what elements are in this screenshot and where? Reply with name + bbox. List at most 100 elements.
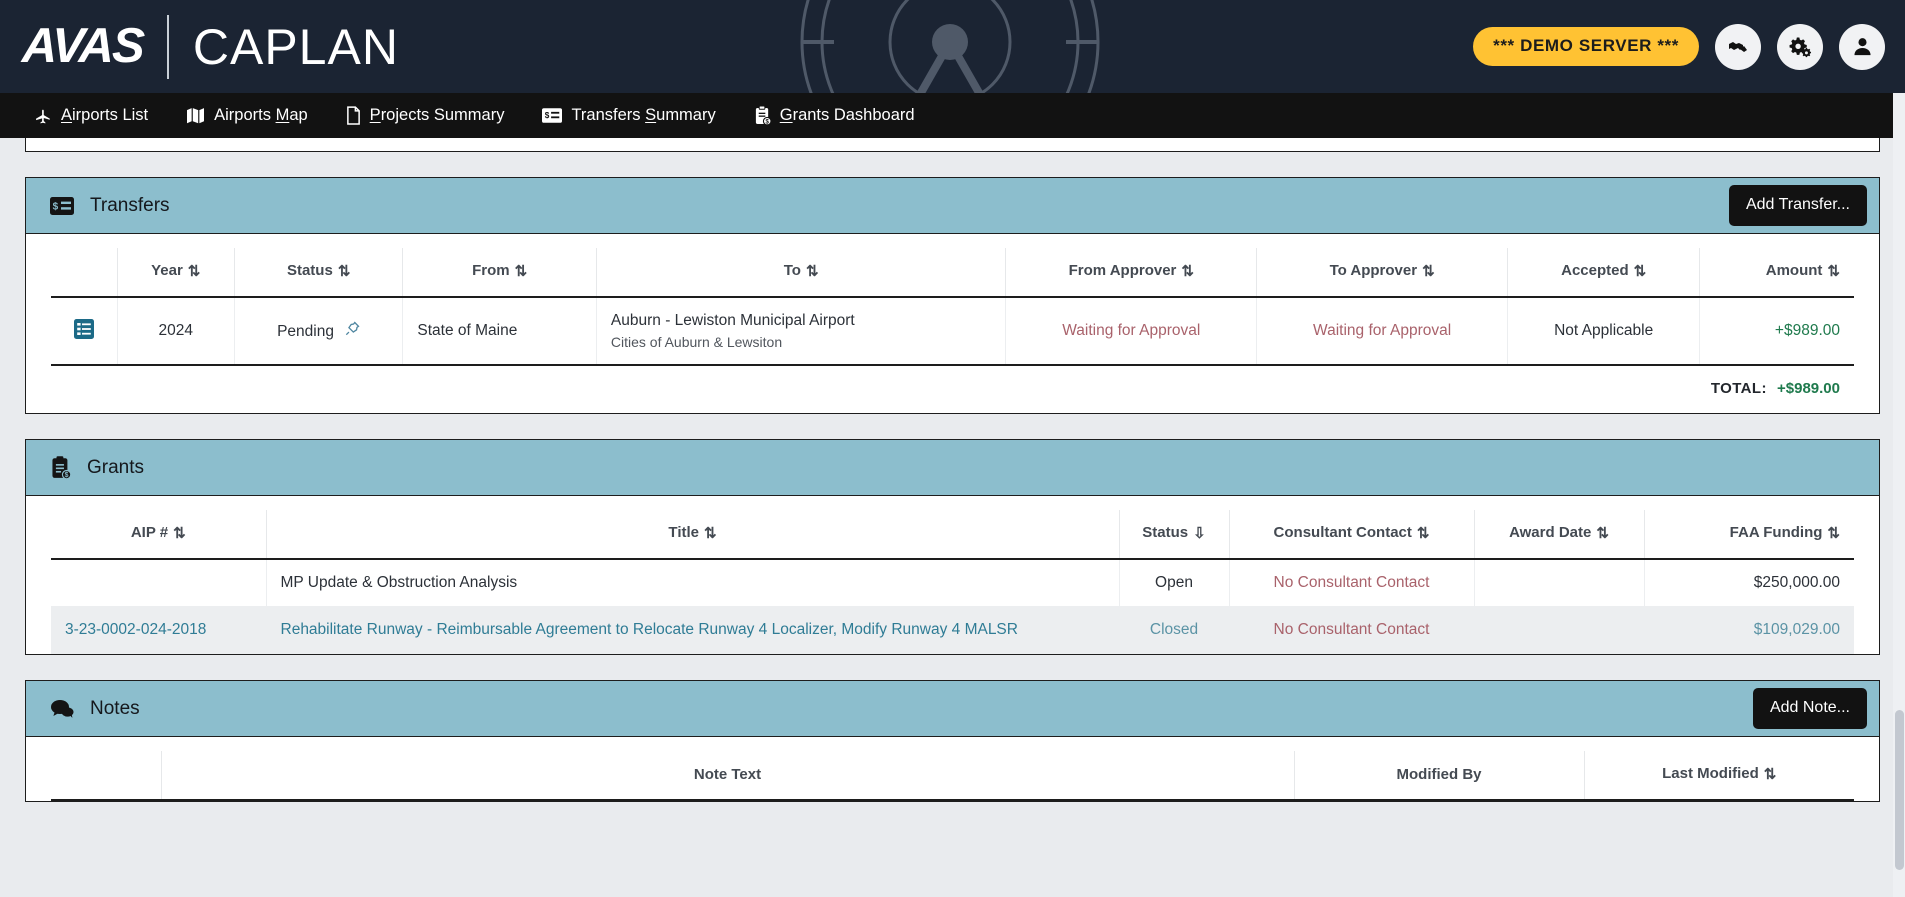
sort-icon: ⇅ [1596,525,1609,542]
grants-table: AIP # ⇅ Title ⇅ Status ⇩ Consultant Contact… [51,510,1854,654]
th-to-approver[interactable]: To Approver ⇅ [1256,248,1509,298]
transfers-table-body: 2024 Pending State of Maine Auburn - Lew… [51,297,1854,413]
cell-year: 2024 [117,297,235,366]
th-row-actions [51,751,162,801]
cell-title: MP Update & Obstruction Analysis [266,559,1120,607]
th-award-date[interactable]: Award Date ⇅ [1474,510,1645,560]
transfers-total-label: TOTAL: [1710,380,1767,397]
grants-card-header: $ Grants [26,440,1879,496]
list-details-icon[interactable] [73,318,94,343]
cell-title[interactable]: Rehabilitate Runway - Reimbursable Agree… [266,606,1120,654]
sort-icon: ⇅ [1181,263,1194,280]
cell-consultant-contact: No Consultant Contact [1229,559,1475,607]
th-from[interactable]: From ⇅ [402,248,597,298]
th-title[interactable]: Title ⇅ [266,510,1120,560]
cell-aip-number [51,559,267,607]
brand-mark: AVAS [21,19,144,73]
transfers-total-cell: TOTAL: +$989.00 [51,364,1854,413]
nav-label-airports-map: Airports Map [214,106,308,124]
settings-icon-button[interactable] [1777,23,1823,70]
th-year[interactable]: Year ⇅ [117,248,235,298]
th-faa-funding[interactable]: FAA Funding ⇅ [1644,510,1854,560]
cell-status: Pending [234,297,404,366]
nav-item-grants-dashboard[interactable]: $ Grants Dashboard [754,106,915,125]
grants-card: $ Grants AIP # ⇅ Title ⇅ Status ⇩ Consultan… [25,439,1880,655]
th-from-approver[interactable]: From Approver ⇅ [1005,248,1258,298]
th-status[interactable]: Status ⇩ [1119,510,1230,560]
th-modified-by: Modified By [1294,751,1585,801]
sort-icon: ⇅ [187,263,201,280]
grants-title: Grants [87,456,145,478]
cell-from: State of Maine [402,297,597,366]
th-accepted[interactable]: Accepted ⇅ [1507,248,1701,298]
speech-bubble-notes-icon [50,699,74,718]
pin-icon[interactable] [345,321,360,340]
main-navigation: Airports List Airports Map Projects Summ… [0,93,1905,138]
app-header: AVAS CAPLAN *** DEMO SERVER *** [0,0,1905,93]
notes-header-row: Note Text Modified By Last Modified ⇅ [51,751,1854,801]
th-consultant-contact[interactable]: Consultant Contact ⇅ [1229,510,1475,560]
nav-label-airports-list: Airports List [61,106,149,124]
brand-divider [166,14,169,79]
cell-accepted: Not Applicable [1507,297,1701,366]
add-transfer-button[interactable]: Add Transfer... [1728,185,1867,226]
cell-award-date [1474,559,1645,607]
nav-item-airports-list[interactable]: Airports List [34,106,148,125]
transfers-table: Year ⇅ Status ⇅ From ⇅ To ⇅ From Approver ⇅ T… [51,248,1854,413]
notes-title: Notes [90,697,140,719]
svg-text:$: $ [545,111,550,120]
handshake-transfer-icon [1726,35,1750,59]
th-amount[interactable]: Amount ⇅ [1699,248,1854,298]
th-row-actions [51,248,118,298]
user-account-button[interactable] [1839,23,1885,70]
cell-to-primary: Auburn - Lewiston Municipal Airport [610,312,855,329]
cell-faa-funding: $109,029.00 [1644,606,1854,654]
nav-item-transfers-summary[interactable]: $ Transfers Summary [542,106,716,125]
cell-to-approver: Waiting for Approval [1256,297,1509,366]
sort-icon: ⇅ [1827,263,1840,280]
compass-watermark [800,0,1100,93]
svg-text:$: $ [65,472,69,479]
table-row[interactable]: 3-23-0002-024-2018 Rehabilitate Runway -… [51,606,1854,654]
th-to[interactable]: To ⇅ [596,248,1007,298]
status-text: Pending [277,323,334,340]
transfer-card-icon: $ [50,196,74,215]
cell-aip-number[interactable]: 3-23-0002-024-2018 [51,606,267,654]
nav-item-projects-summary[interactable]: Projects Summary [346,106,504,125]
notes-table-head: Note Text Modified By Last Modified ⇅ [51,751,1854,801]
transfers-card-body: Year ⇅ Status ⇅ From ⇅ To ⇅ From Approver ⇅ T… [26,234,1879,413]
cell-award-date [1474,606,1645,654]
airplane-icon [34,107,52,125]
brand-logo[interactable]: AVAS CAPLAN [21,14,399,79]
vertical-scrollbar[interactable] [1893,93,1905,897]
previous-card-bottom-edge [25,138,1880,152]
table-row[interactable]: MP Update & Obstruction Analysis Open No… [51,559,1854,607]
scrollbar-thumb[interactable] [1895,710,1904,870]
table-row[interactable]: 2024 Pending State of Maine Auburn - Lew… [51,297,1854,366]
transfers-title: Transfers [90,194,170,216]
transfers-table-head: Year ⇅ Status ⇅ From ⇅ To ⇅ From Approver ⇅ T… [51,248,1854,298]
page-content: $ Transfers Add Transfer... Year ⇅ Status… [0,138,1905,897]
th-aip-number[interactable]: AIP # ⇅ [51,510,267,560]
sort-icon: ⇅ [1422,263,1435,280]
transfers-card-header: $ Transfers Add Transfer... [26,178,1879,234]
transfers-icon-button[interactable] [1715,23,1761,70]
notes-table: Note Text Modified By Last Modified ⇅ [51,751,1854,801]
th-status[interactable]: Status ⇅ [234,248,404,298]
sort-icon: ⇅ [1416,525,1430,542]
sort-icon: ⇅ [805,263,819,280]
add-note-button[interactable]: Add Note... [1752,688,1867,729]
cell-consultant-contact: No Consultant Contact [1229,606,1475,654]
sort-icon: ⇅ [173,525,186,542]
sort-icon: ⇅ [1633,263,1647,280]
nav-item-airports-map[interactable]: Airports Map [186,106,308,125]
transfers-total-row: TOTAL: +$989.00 [51,364,1854,413]
demo-server-badge: *** DEMO SERVER *** [1473,27,1699,66]
sort-icon: ⇅ [704,525,717,542]
transfers-card: $ Transfers Add Transfer... Year ⇅ Status… [25,177,1880,414]
th-last-modified[interactable]: Last Modified ⇅ [1584,751,1854,801]
row-details-cell[interactable] [51,297,118,366]
grants-header-row: AIP # ⇅ Title ⇅ Status ⇩ Consultant Contact… [51,510,1854,560]
nav-label-grants-dashboard: Grants Dashboard [779,106,915,124]
notes-card-header: Notes Add Note... [26,681,1879,737]
